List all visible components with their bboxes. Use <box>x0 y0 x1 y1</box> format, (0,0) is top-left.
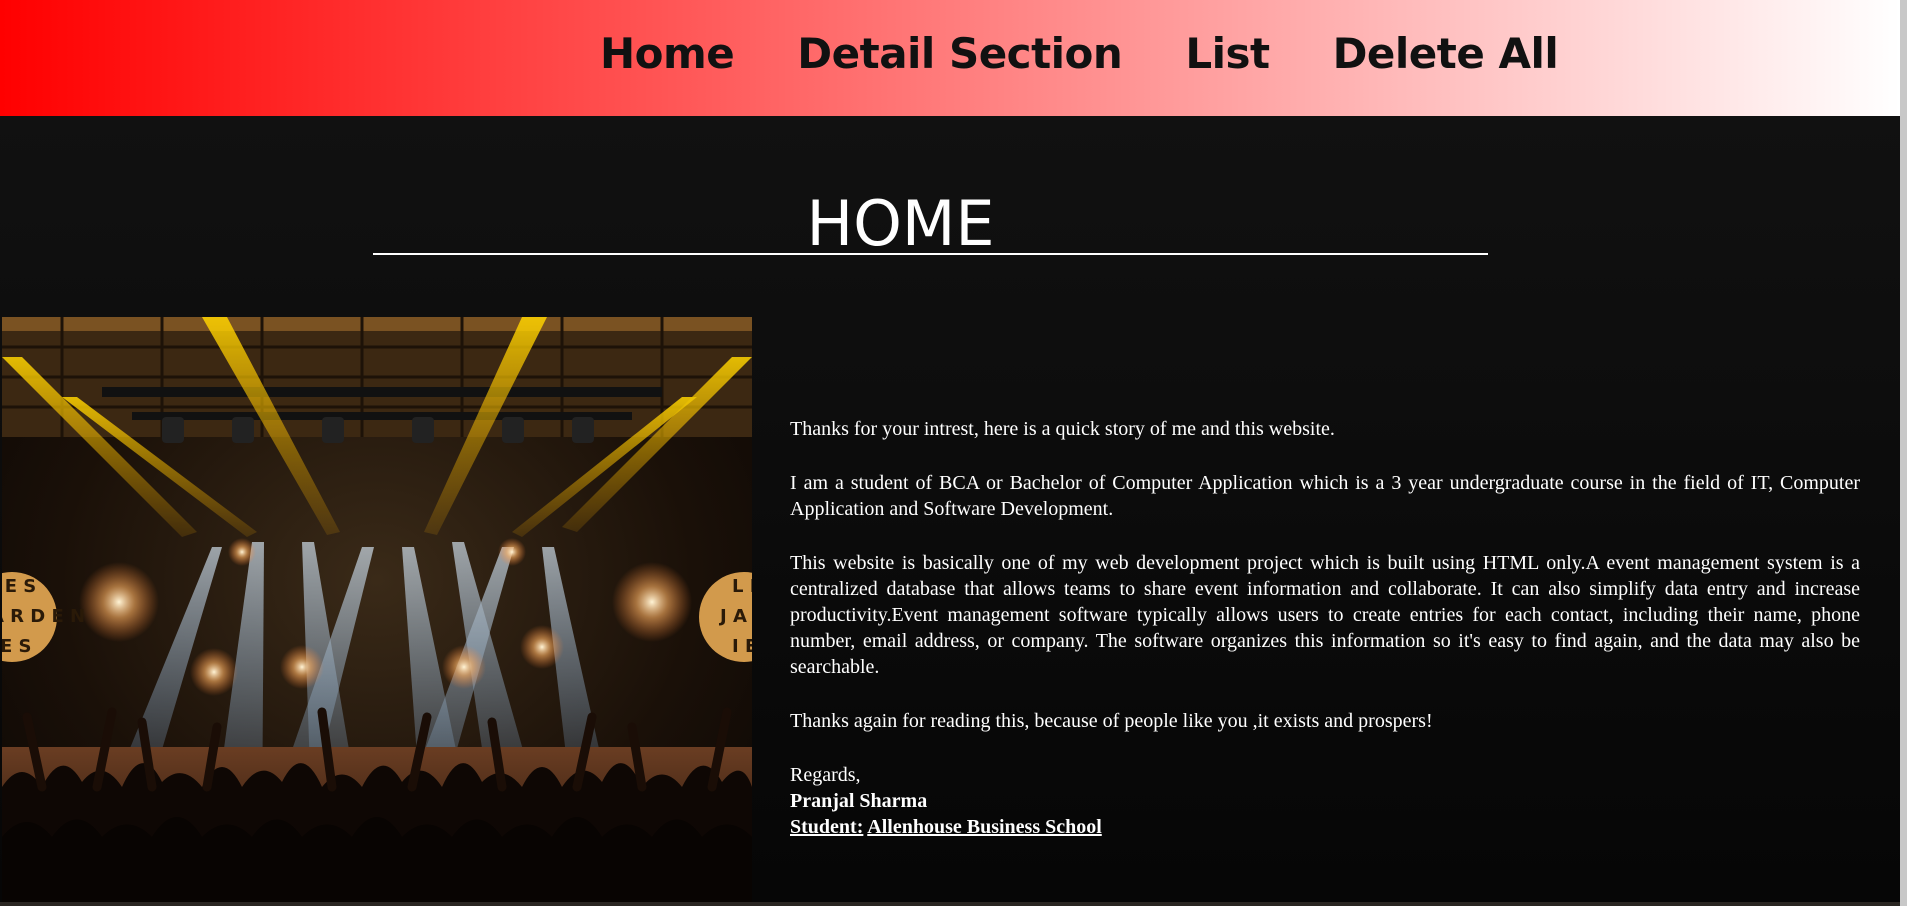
story-student: I am a student of BCA or Bachelor of Com… <box>790 472 1860 520</box>
story-intro: Thanks for your intrest, here is a quick… <box>790 418 1335 440</box>
nav-link-list[interactable]: List <box>1185 22 1270 86</box>
sign-left-line-3: I E S <box>2 636 32 657</box>
top-navigation-bar: Home Detail Section List Delete All <box>0 0 1900 116</box>
sign-right-line-3: I E <box>732 636 752 657</box>
sign-right-line-2: J A R D <box>718 606 752 627</box>
sign-left-line-1: L E S <box>2 576 36 597</box>
story-website: This website is basically one of my web … <box>790 552 1860 678</box>
home-section: HOME E S R D E N E S L J A I E Thanks fo… <box>0 116 1900 902</box>
sign-right-line-1: L E <box>732 576 752 597</box>
nav-link-home[interactable]: Home <box>600 22 735 86</box>
bottom-edge <box>0 902 1900 906</box>
regards-text: Regards, <box>790 764 861 786</box>
nav-link-delete-all[interactable]: Delete All <box>1333 22 1559 86</box>
concert-photo: L E S J A R D E N I E S L E J A R D I E <box>2 317 752 902</box>
page-scrollbar[interactable] <box>1900 0 1907 906</box>
nav-link-detail-section[interactable]: Detail Section <box>797 22 1123 86</box>
concert-illustration: L E S J A R D E N I E S L E J A R D I E <box>2 317 752 902</box>
school-name: Allenhouse Business School <box>867 816 1102 838</box>
about-story: Thanks for your intrest, here is a quick… <box>790 416 1860 840</box>
story-thanks: Thanks again for reading this, because o… <box>790 710 1433 732</box>
student-label: Student: <box>790 816 864 838</box>
sign-left-line-2: J A R D E N <box>2 606 85 627</box>
title-underline <box>373 253 1488 255</box>
student-line: Student: Allenhouse Business School <box>790 814 1860 840</box>
author-name: Pranjal Sharma <box>790 790 928 812</box>
main-nav: Home Detail Section List Delete All <box>600 22 1621 86</box>
page-title: HOME <box>806 187 995 260</box>
signature-block: Regards, Pranjal Sharma Student: Allenho… <box>790 762 1860 840</box>
scrollbar-thumb[interactable] <box>1900 0 1907 906</box>
